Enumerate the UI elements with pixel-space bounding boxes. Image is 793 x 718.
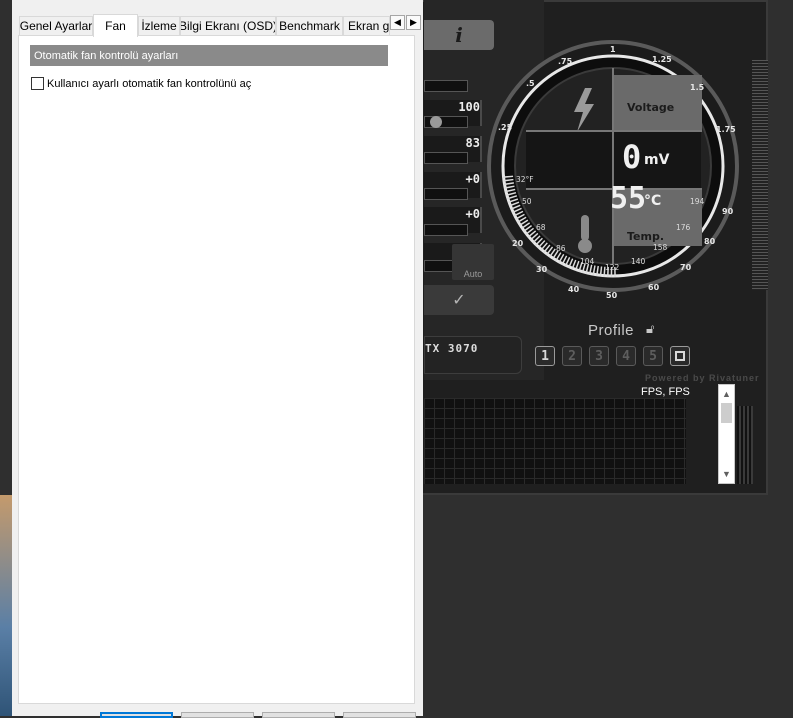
check-icon: ✓: [452, 292, 466, 309]
auto-label: Auto: [463, 269, 483, 279]
tab-screen[interactable]: Ekran g: [343, 16, 390, 35]
help-button[interactable]: [343, 712, 416, 718]
slider-knob[interactable]: [430, 116, 442, 128]
tab-benchmark[interactable]: Benchmark: [276, 16, 343, 35]
slider-track[interactable]: [424, 80, 468, 92]
checkbox-label[interactable]: Kullanıcı ayarlı otomatik fan kontrolünü…: [47, 78, 251, 90]
temp-limit-slider[interactable]: [424, 152, 468, 164]
scale-tick: 86: [556, 244, 566, 253]
memory-clock-slider[interactable]: [424, 224, 468, 236]
scale-tick: .25: [498, 123, 513, 132]
temp-value: 55: [610, 181, 646, 216]
scale-tick: 1.5: [690, 83, 705, 92]
settings-dialog: Genel Ayarlar Fan İzleme Bilgi Ekranı (O…: [12, 0, 423, 718]
scale-tick: 70: [680, 263, 692, 272]
scale-tick: 1: [610, 45, 616, 54]
tab-general[interactable]: Genel Ayarlar: [19, 16, 93, 35]
profile-button-4[interactable]: 4: [616, 346, 636, 366]
scale-tick: 68: [536, 223, 546, 232]
cancel-button[interactable]: [181, 712, 254, 718]
profile-save-button[interactable]: [670, 346, 690, 366]
tab-osd[interactable]: Bilgi Ekranı (OSD): [180, 16, 276, 35]
ok-button[interactable]: [100, 712, 173, 718]
profile-button-5[interactable]: 5: [643, 346, 663, 366]
slider-value: 100: [458, 100, 480, 114]
scale-tick: 80: [704, 237, 716, 246]
gpu-name: TX 3070: [425, 342, 479, 355]
temp-label: Temp.: [627, 230, 664, 243]
hardware-monitor-graph[interactable]: [424, 398, 686, 484]
tab-bar: Genel Ayarlar Fan İzleme Bilgi Ekranı (O…: [19, 14, 423, 37]
tab-scroll-left-icon[interactable]: ◀: [390, 15, 405, 30]
voltage-temp-gauge: Voltage 0 mV 55 °C Temp. .25 .5 .75 1 1.…: [487, 40, 739, 300]
profile-button-3[interactable]: 3: [589, 346, 609, 366]
profile-button-2[interactable]: 2: [562, 346, 582, 366]
scale-tick: 50: [522, 197, 532, 206]
monitor-label: FPS, FPS: [641, 386, 690, 398]
scale-tick: 158: [653, 243, 668, 252]
scale-tick: 176: [676, 223, 691, 232]
scale-tick: .5: [526, 79, 535, 88]
scroll-thumb[interactable]: [721, 403, 732, 423]
powered-by-label: Powered by Rivatuner: [645, 373, 760, 383]
scale-tick: 104: [580, 257, 595, 266]
voltage-unit: mV: [644, 152, 670, 168]
voltage-label: Voltage: [627, 101, 674, 114]
profile-label: Profile: [588, 322, 635, 339]
auto-fan-control-checkbox[interactable]: [31, 77, 44, 90]
thermometer-icon: [581, 215, 589, 241]
scale-tick: 30: [536, 265, 548, 274]
scale-tick: 40: [568, 285, 580, 294]
scale-tick: .75: [558, 57, 573, 66]
save-icon: [675, 351, 685, 361]
profile-button-1[interactable]: 1: [535, 346, 555, 366]
scale-tick: 90: [722, 207, 734, 216]
skin-texture: [752, 60, 768, 290]
scroll-down-icon[interactable]: ▼: [719, 467, 734, 481]
apply-settings-button[interactable]: [262, 712, 335, 718]
slider-value: +0: [465, 207, 480, 221]
scale-tick: 50: [606, 291, 618, 300]
scale-tick: 1.75: [716, 125, 736, 134]
core-clock-slider[interactable]: [424, 188, 468, 200]
section-header: Otomatik fan kontrolü ayarları: [30, 45, 388, 66]
temp-unit: °C: [644, 193, 661, 209]
tab-monitoring[interactable]: İzleme: [138, 16, 180, 35]
slider-value: +0: [465, 172, 480, 186]
scale-tick: 194: [690, 197, 705, 206]
scale-tick: 140: [631, 257, 646, 266]
scale-tick: 1.25: [652, 55, 672, 64]
fan-settings-panel: Otomatik fan kontrolü ayarları Kullanıcı…: [18, 35, 415, 704]
unlock-icon[interactable]: 🔓︎: [646, 321, 654, 337]
monitor-scrollbar[interactable]: ▲ ▼: [718, 384, 735, 484]
tab-scroll-right-icon[interactable]: ▶: [406, 15, 421, 30]
gpu-name-panel: TX 3070: [424, 336, 522, 374]
scale-tick: 20: [512, 239, 524, 248]
scale-tick: 60: [648, 283, 660, 292]
slider-value: 83: [465, 136, 480, 150]
auto-fan-control-option[interactable]: Kullanıcı ayarlı otomatik fan kontrolünü…: [31, 77, 251, 90]
monitor-side-bar: [737, 406, 753, 484]
scale-tick: 32°F: [516, 175, 534, 184]
voltage-value: 0: [622, 138, 641, 176]
scale-tick: 122: [605, 263, 620, 272]
tab-fan[interactable]: Fan: [93, 14, 138, 37]
scroll-up-icon[interactable]: ▲: [719, 387, 734, 401]
desktop-wallpaper-strip: [0, 495, 12, 716]
